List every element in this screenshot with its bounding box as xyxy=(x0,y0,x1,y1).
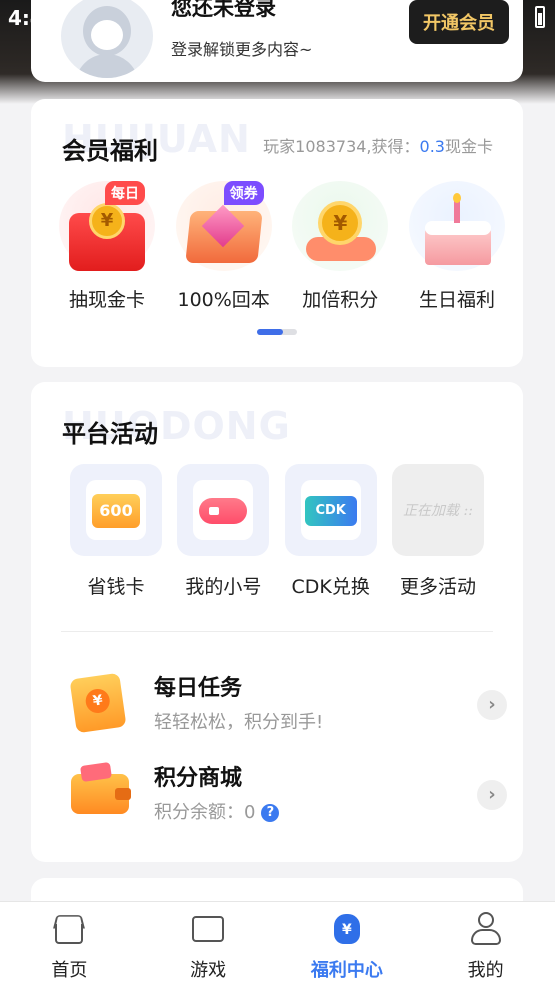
gamepad-icon xyxy=(177,464,270,556)
platform-activities-title: 平台活动 xyxy=(62,420,158,448)
chevron-right-icon[interactable]: › xyxy=(477,780,507,810)
cdk-icon: CDK xyxy=(284,464,377,556)
user-card[interactable]: 您还未登录 登录解锁更多内容~ 开通会员 xyxy=(31,0,523,82)
game-icon xyxy=(191,912,225,946)
nav-games[interactable]: 游戏 xyxy=(153,902,263,985)
red-packet-icon: ¥ 每日 xyxy=(59,181,155,271)
points-mall-row[interactable]: 积分商城 积分余额：0? › xyxy=(67,760,507,830)
profile-icon xyxy=(469,912,503,946)
activity-label: CDK兑换 xyxy=(291,576,370,598)
activity-cdk-redeem[interactable]: CDK CDK兑换 xyxy=(284,464,378,599)
daily-badge: 每日 xyxy=(105,181,145,205)
daily-task-row[interactable]: 每日任务 轻轻松松，积分到手! › xyxy=(67,670,507,740)
wallet-icon xyxy=(67,760,133,826)
saving-card-icon: 600 xyxy=(70,464,162,556)
birthday-cake-icon xyxy=(408,181,505,271)
battery-icon xyxy=(535,6,545,28)
task-subtitle: 轻轻松松，积分到手! xyxy=(154,712,324,733)
nav-label: 首页 xyxy=(51,960,88,981)
chevron-right-icon[interactable]: › xyxy=(477,690,507,720)
nav-label: 游戏 xyxy=(190,960,227,981)
task-title: 每日任务 xyxy=(154,676,243,701)
benefit-label: 100%回本 xyxy=(177,289,270,311)
benefit-double-points[interactable]: ¥ 加倍积分 xyxy=(290,181,390,312)
benefit-draw-cash-card[interactable]: ¥ 每日 抽现金卡 xyxy=(57,181,157,312)
avatar[interactable] xyxy=(61,0,153,78)
activity-my-alts[interactable]: 我的小号 xyxy=(176,464,270,599)
help-icon[interactable]: ? xyxy=(261,804,280,822)
benefit-label: 加倍积分 xyxy=(302,289,379,311)
coupon-badge: 领券 xyxy=(223,181,264,205)
nav-welfare-center[interactable]: ¥ 福利中心 xyxy=(292,902,402,985)
benefit-full-refund[interactable]: 领券 100%回本 xyxy=(174,181,274,312)
nav-home[interactable]: 首页 xyxy=(14,902,124,985)
login-prompt-subtitle: 登录解锁更多内容~ xyxy=(171,40,313,59)
nav-profile[interactable]: 我的 xyxy=(431,902,541,985)
benefit-label: 生日福利 xyxy=(418,289,495,311)
page-indicator xyxy=(257,329,297,335)
activity-label: 更多活动 xyxy=(399,576,476,598)
login-prompt-title[interactable]: 您还未登录 xyxy=(171,0,276,22)
task-title: 积分商城 xyxy=(154,766,243,791)
ticket-icon xyxy=(67,670,133,736)
coin-hand-icon: ¥ xyxy=(292,181,389,271)
welfare-bag-icon: ¥ xyxy=(330,912,364,946)
activity-more[interactable]: 正在加载 :: 更多活动 xyxy=(391,464,485,599)
gem-box-icon: 领券 xyxy=(175,181,272,271)
platform-activities-card: HUODONG 平台活动 600 省钱卡 我的小号 CDK CDK兑换 正在加载… xyxy=(31,382,523,862)
activity-saving-card[interactable]: 600 省钱卡 xyxy=(69,464,163,599)
bottom-nav: 首页 游戏 ¥ 福利中心 我的 xyxy=(0,901,555,985)
nav-label: 福利中心 xyxy=(310,960,383,981)
member-benefits-title: 会员福利 xyxy=(62,137,158,165)
divider xyxy=(61,631,493,632)
loading-placeholder-icon: 正在加载 :: xyxy=(391,464,484,556)
activity-label: 我的小号 xyxy=(185,576,262,598)
player-reward-ticker: 玩家1083734,获得：0.3现金卡 xyxy=(263,137,493,156)
activity-label: 省钱卡 xyxy=(87,576,145,598)
open-vip-button[interactable]: 开通会员 xyxy=(409,0,509,44)
nav-label: 我的 xyxy=(467,960,504,981)
task-subtitle: 积分余额：0? xyxy=(154,798,280,824)
benefit-label: 抽现金卡 xyxy=(68,289,145,311)
member-benefits-card: HUIJUAN 会员福利 玩家1083734,获得：0.3现金卡 ¥ 每日 抽现… xyxy=(31,99,523,367)
benefit-birthday[interactable]: 生日福利 xyxy=(407,181,507,312)
home-icon xyxy=(52,912,86,946)
